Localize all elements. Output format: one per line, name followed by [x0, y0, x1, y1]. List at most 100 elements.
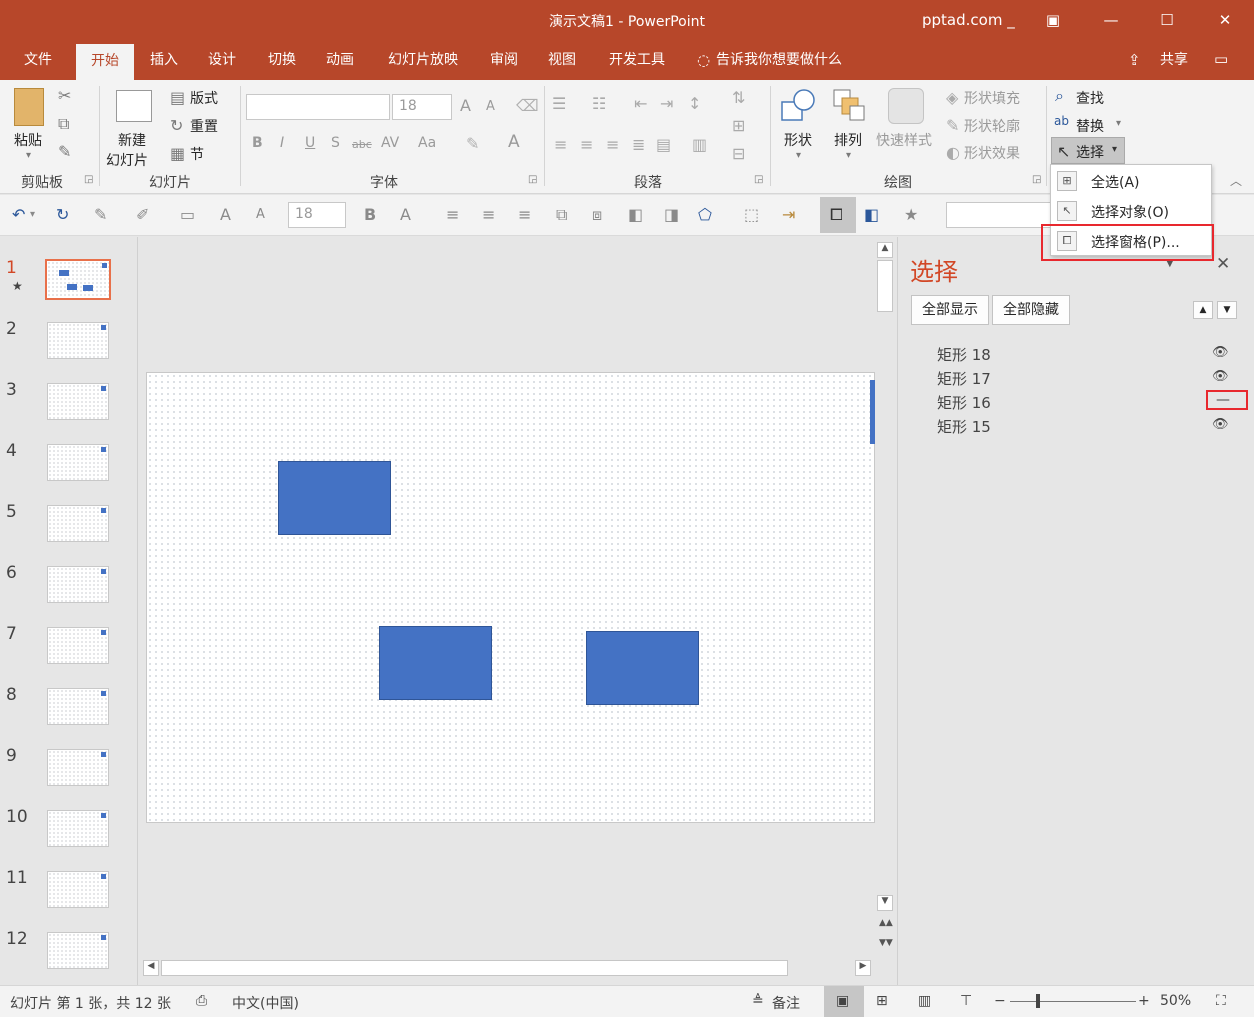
shape-effects-button[interactable]: 形状效果: [964, 143, 1020, 163]
chevron-down-icon[interactable]: ▾: [796, 150, 801, 161]
slide-thumbnail[interactable]: [47, 871, 109, 908]
notes-icon[interactable]: ≜: [752, 993, 764, 1009]
tab-review[interactable]: 审阅: [480, 40, 528, 80]
shape-icon[interactable]: ⬠: [698, 205, 712, 224]
minimize-button[interactable]: —: [1088, 0, 1134, 40]
reset-button[interactable]: 重置: [190, 116, 218, 136]
grow-font-icon[interactable]: A: [220, 205, 231, 224]
horizontal-scrollbar[interactable]: ◀ ▶: [143, 958, 873, 978]
zoom-in-icon[interactable]: +: [1138, 993, 1150, 1009]
account-name[interactable]: pptad.com _: [922, 11, 1015, 29]
quick-styles-icon[interactable]: [888, 88, 924, 124]
slide-thumbnail[interactable]: [47, 627, 109, 664]
send-backward-icon[interactable]: ▼: [1217, 301, 1237, 319]
normal-view-icon[interactable]: ▣: [836, 993, 849, 1009]
slide-thumbnail[interactable]: [45, 259, 111, 300]
spelling-check-icon[interactable]: ⎙: [196, 993, 207, 1009]
align-center-icon[interactable]: ≡: [580, 135, 593, 154]
select-button[interactable]: 选择: [1076, 142, 1104, 162]
tab-animations[interactable]: 动画: [316, 40, 364, 80]
new-slide-button-line2[interactable]: 幻灯片: [106, 150, 148, 170]
strikethrough-button[interactable]: abc: [352, 138, 372, 151]
find-icon[interactable]: ⌕: [1055, 86, 1064, 106]
close-pane-icon[interactable]: ✕: [1216, 254, 1230, 274]
slide-canvas[interactable]: [146, 372, 875, 823]
hide-all-button[interactable]: 全部隐藏: [992, 295, 1070, 325]
tab-developer[interactable]: 开发工具: [600, 40, 674, 80]
slide-thumbnail[interactable]: [47, 383, 109, 420]
bring-forward-icon[interactable]: ▲: [1193, 301, 1213, 319]
maximize-button[interactable]: ☐: [1144, 0, 1190, 40]
bold-button[interactable]: B: [252, 135, 263, 151]
section-button[interactable]: 节: [190, 144, 204, 164]
clear-format-icon[interactable]: ⌫: [516, 96, 539, 115]
tab-slideshow[interactable]: 幻灯片放映: [378, 40, 468, 80]
paste-button[interactable]: 粘贴: [14, 130, 42, 150]
shape-fill-button[interactable]: 形状填充: [964, 88, 1020, 108]
align-right-icon[interactable]: ≡: [606, 135, 619, 154]
copy-icon[interactable]: ⧉: [58, 114, 69, 134]
tab-view[interactable]: 视图: [538, 40, 586, 80]
new-slide-button-line1[interactable]: 新建: [118, 130, 146, 150]
shapes-icon[interactable]: [780, 88, 816, 124]
ungroup-icon[interactable]: ⧈: [592, 205, 602, 225]
char-spacing-button[interactable]: AV: [381, 135, 399, 151]
numbering-icon[interactable]: ☷: [592, 94, 606, 113]
scroll-thumb[interactable]: [161, 960, 788, 976]
undo-icon[interactable]: ↶: [12, 205, 25, 224]
object-list-item[interactable]: 矩形 16: [937, 392, 991, 413]
scroll-up-icon[interactable]: ▲: [877, 242, 893, 258]
slide-thumbnail[interactable]: [47, 505, 109, 542]
find-button[interactable]: 查找: [1076, 88, 1104, 108]
eye-icon[interactable]: 👁: [1212, 345, 1229, 360]
align-left-icon[interactable]: ≡: [446, 205, 459, 224]
align-objects-icon[interactable]: ⇥: [782, 205, 795, 224]
underline-button[interactable]: U: [305, 135, 315, 151]
shadow-button[interactable]: S: [331, 135, 340, 151]
slide-thumbnail[interactable]: [47, 566, 109, 603]
distributed-icon[interactable]: ▤: [656, 135, 671, 154]
slide-thumbnail[interactable]: [47, 688, 109, 725]
star-icon[interactable]: ★: [904, 205, 918, 224]
bold-icon[interactable]: B: [364, 205, 376, 224]
zoom-slider[interactable]: [1010, 1001, 1136, 1002]
menu-item-select-all[interactable]: ⊞ 全选(A): [1051, 166, 1211, 196]
object-list-item[interactable]: 矩形 15: [937, 416, 991, 437]
comment-icon[interactable]: ▭: [1214, 50, 1228, 68]
format-painter-icon[interactable]: ✎: [94, 205, 107, 224]
vertical-scrollbar[interactable]: ▲ ▼ ▲▲ ▼▼: [875, 240, 895, 960]
fill-icon[interactable]: ◧: [864, 205, 879, 224]
shape-fill-icon[interactable]: ◈: [946, 88, 958, 107]
group-icon[interactable]: ⧉: [556, 205, 567, 225]
scroll-thumb[interactable]: [877, 260, 893, 312]
scroll-down-icon[interactable]: ▼: [877, 895, 893, 911]
ribbon-display-options-icon[interactable]: ▣: [1030, 0, 1076, 40]
font-name-combo[interactable]: [246, 94, 390, 120]
bullets-icon[interactable]: ☰: [552, 94, 566, 113]
fit-to-window-icon[interactable]: ⛶: [1216, 993, 1226, 1009]
arrange-button[interactable]: 排列: [834, 130, 862, 150]
highlight-icon[interactable]: ✎: [466, 134, 479, 153]
align-text-icon[interactable]: ⊞: [732, 116, 745, 135]
arrange-icon[interactable]: [832, 88, 868, 124]
zoom-out-icon[interactable]: −: [994, 993, 1006, 1009]
crop-icon[interactable]: ⬚: [744, 205, 759, 224]
tab-home[interactable]: 开始: [76, 44, 134, 80]
eye-icon[interactable]: 👁: [1212, 417, 1229, 432]
new-slide-icon[interactable]: [116, 90, 152, 122]
align-left-icon[interactable]: ≡: [554, 135, 567, 154]
replace-icon[interactable]: ab: [1054, 114, 1069, 128]
text-direction-icon[interactable]: ⇅: [732, 88, 745, 107]
format-painter-icon[interactable]: ✎: [58, 142, 71, 161]
scroll-left-icon[interactable]: ◀: [143, 960, 159, 976]
zoom-level[interactable]: 50%: [1160, 993, 1191, 1009]
grow-font-button[interactable]: A: [460, 96, 471, 115]
font-color-button[interactable]: A: [508, 132, 520, 152]
object-list-item[interactable]: 矩形 17: [937, 368, 991, 389]
scroll-right-icon[interactable]: ▶: [855, 960, 871, 976]
bring-forward-icon[interactable]: ◧: [628, 205, 643, 224]
tab-insert[interactable]: 插入: [140, 40, 188, 80]
slide-thumbnail[interactable]: [47, 749, 109, 786]
quick-styles-button[interactable]: 快速样式: [876, 130, 932, 150]
font-size-combo[interactable]: 18: [392, 94, 452, 120]
